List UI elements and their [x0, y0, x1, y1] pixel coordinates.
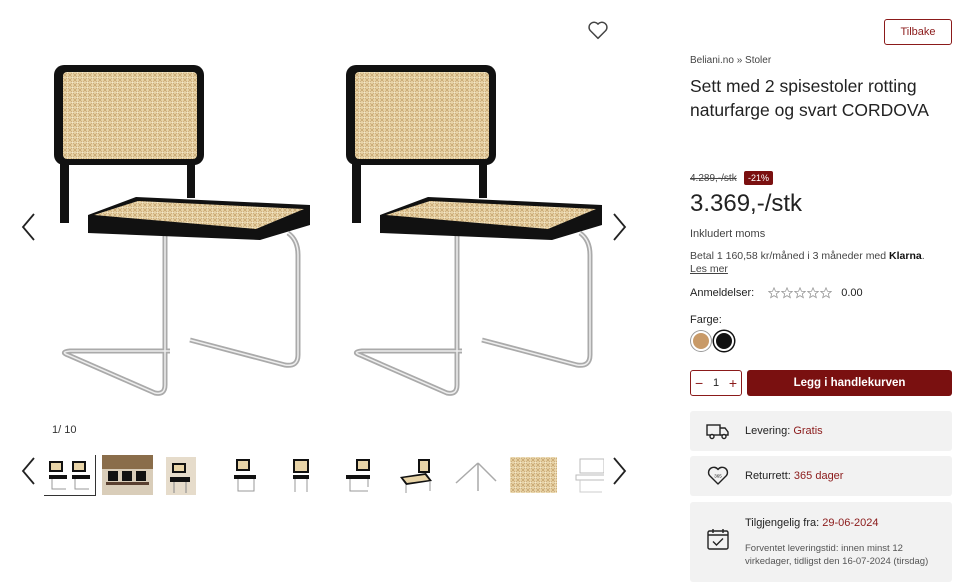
rating-stars[interactable]: [768, 287, 833, 299]
star-icon: [768, 287, 781, 299]
color-swatch-black[interactable]: [714, 331, 734, 351]
gallery-counter-sep: /: [58, 424, 62, 436]
thumbnails-prev-arrow[interactable]: [18, 454, 40, 488]
reviews-score: 0.00: [841, 287, 863, 299]
thumbnail-3[interactable]: [160, 455, 211, 495]
breadcrumb-separator: »: [736, 55, 743, 66]
thumbnail-2[interactable]: [102, 455, 153, 495]
thumbnail-7[interactable]: [392, 455, 443, 495]
quantity-value[interactable]: 1: [713, 377, 719, 389]
return-label: Returrett:: [745, 470, 791, 482]
reviews-row: Anmeldelser: 0.00: [690, 287, 863, 299]
breadcrumb-home[interactable]: Beliani.no: [690, 55, 734, 66]
delivery-label: Levering:: [745, 425, 791, 437]
available-date: 29-06-2024: [822, 517, 879, 529]
current-price: 3.369,-/stk: [690, 190, 803, 217]
return-heart-icon: 365: [706, 465, 730, 487]
klarna-read-more-link[interactable]: Les mer: [690, 263, 728, 275]
star-icon: [807, 287, 820, 299]
thumbnail-1[interactable]: [44, 455, 96, 496]
old-price: 4.289,-/stk: [690, 173, 737, 184]
discount-badge: -21%: [744, 171, 774, 185]
breadcrumb: Beliani.no » Stoler: [690, 55, 771, 66]
star-icon: [794, 287, 807, 299]
svg-text:365: 365: [714, 474, 722, 479]
gallery-prev-arrow[interactable]: [18, 210, 40, 244]
star-icon: [781, 287, 794, 299]
product-gallery: 1/ 10: [0, 0, 650, 583]
thumbnail-6[interactable]: [334, 455, 385, 495]
return-value: 365 dager: [793, 470, 844, 482]
calendar-check-icon: [706, 528, 730, 550]
thumbnails-next-arrow[interactable]: [608, 454, 630, 488]
expected-delivery-text: Forventet leveringstid: innen minst 12 v…: [745, 543, 929, 567]
back-button[interactable]: Tilbake: [884, 19, 952, 45]
color-swatch-natural[interactable]: [691, 331, 711, 351]
klarna-info: Betal 1 160,58 kr/måned i 3 måneder med …: [690, 250, 925, 275]
gallery-counter: 1/ 10: [52, 424, 77, 436]
thumbnail-10[interactable]: [566, 455, 604, 495]
product-main-image: [40, 55, 615, 415]
thumbnail-4[interactable]: [218, 455, 269, 495]
thumbnail-8[interactable]: [450, 455, 501, 495]
product-title: Sett med 2 spisestoler rotting naturfarg…: [690, 76, 929, 120]
quantity-decrease-button[interactable]: −: [695, 376, 703, 390]
klarna-text: Betal 1 160,58 kr/måned i 3 måneder med: [690, 250, 887, 262]
truck-icon: [706, 420, 730, 442]
heart-icon[interactable]: [587, 20, 609, 40]
star-icon: [820, 287, 833, 299]
thumbnail-5[interactable]: [276, 455, 327, 495]
availability-info: Tilgjengelig fra: 29-06-2024 Forventet l…: [690, 502, 952, 582]
quantity-stepper: − 1 +: [690, 370, 742, 396]
thumbnail-strip: [44, 455, 604, 497]
delivery-info: Levering: Gratis: [690, 411, 952, 451]
delivery-value: Gratis: [793, 425, 823, 437]
reviews-label: Anmeldelser:: [690, 287, 755, 299]
quantity-increase-button[interactable]: +: [729, 376, 737, 390]
add-to-cart-button[interactable]: Legg i handlekurven: [747, 370, 952, 396]
available-label: Tilgjengelig fra:: [745, 517, 820, 529]
klarna-brand: Klarna: [889, 250, 922, 262]
thumbnail-9[interactable]: [508, 455, 559, 495]
color-label: Farge:: [690, 314, 722, 326]
breadcrumb-category[interactable]: Stoler: [745, 55, 771, 66]
gallery-next-arrow[interactable]: [608, 210, 630, 244]
gallery-counter-total: 10: [64, 424, 77, 436]
return-info: 365 Returrett: 365 dager: [690, 456, 952, 496]
vat-note: Inkludert moms: [690, 228, 766, 240]
